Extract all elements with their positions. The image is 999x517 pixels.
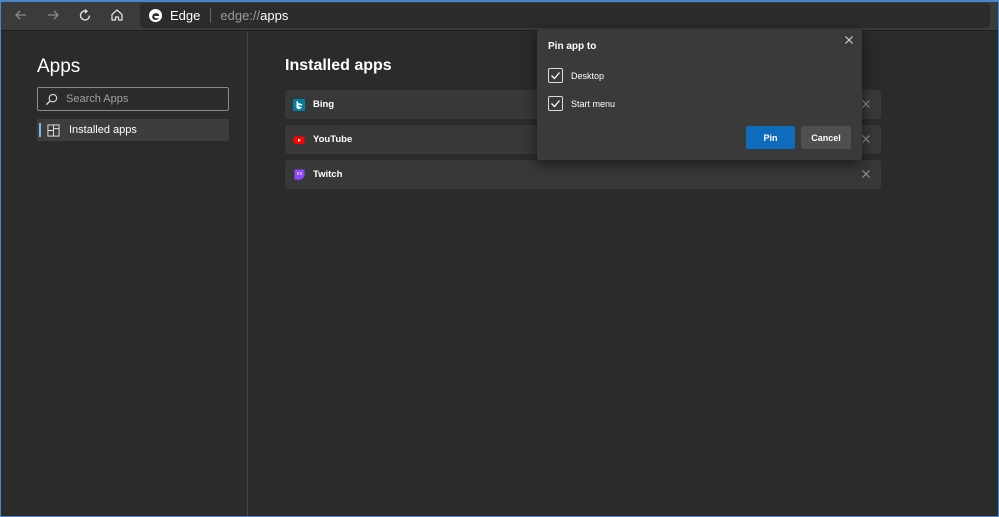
start-menu-label: Start menu bbox=[571, 98, 616, 109]
edge-logo-icon bbox=[148, 8, 163, 22]
close-icon bbox=[862, 135, 870, 143]
home-icon bbox=[111, 9, 123, 21]
home-button[interactable] bbox=[101, 0, 133, 31]
search-box[interactable] bbox=[37, 87, 229, 111]
search-icon bbox=[45, 93, 58, 105]
forward-button[interactable] bbox=[37, 0, 69, 31]
apps-grid-icon bbox=[47, 123, 60, 137]
sidebar: Apps Installed apps bbox=[0, 31, 248, 517]
url-path: apps bbox=[260, 7, 289, 23]
pin-app-dialog: Pin app to Desktop Start menu Pin Cancel bbox=[537, 29, 862, 160]
address-separator bbox=[210, 7, 212, 23]
close-icon bbox=[862, 170, 870, 178]
search-input[interactable] bbox=[66, 93, 216, 105]
back-icon bbox=[15, 10, 26, 20]
twitch-icon bbox=[294, 169, 305, 181]
selected-indicator bbox=[39, 123, 41, 137]
app-name: Twitch bbox=[313, 169, 343, 180]
checkmark-icon bbox=[551, 100, 560, 108]
sidebar-title: Apps bbox=[37, 56, 81, 77]
cancel-button[interactable]: Cancel bbox=[801, 126, 851, 149]
tab-indicator bbox=[353, 0, 473, 2]
browser-toolbar: Edge edge://apps bbox=[0, 0, 999, 31]
forward-icon bbox=[48, 10, 59, 20]
back-button[interactable] bbox=[5, 0, 37, 31]
desktop-option[interactable]: Desktop bbox=[548, 68, 604, 83]
close-icon bbox=[862, 100, 870, 108]
checkmark-icon bbox=[551, 72, 560, 80]
sidebar-item-label: Installed apps bbox=[69, 124, 137, 136]
app-row-twitch[interactable]: Twitch bbox=[285, 160, 881, 189]
page-title: Installed apps bbox=[285, 57, 392, 74]
address-bar[interactable]: Edge edge://apps bbox=[140, 2, 990, 28]
start-menu-option[interactable]: Start menu bbox=[548, 96, 615, 111]
start-menu-checkbox[interactable] bbox=[548, 96, 563, 111]
refresh-button[interactable] bbox=[69, 0, 101, 31]
url-scheme: edge:// bbox=[220, 7, 261, 23]
dialog-title: Pin app to bbox=[548, 41, 597, 52]
close-icon bbox=[845, 36, 853, 44]
youtube-icon bbox=[293, 136, 305, 144]
desktop-checkbox[interactable] bbox=[548, 68, 563, 83]
refresh-icon bbox=[79, 9, 91, 21]
bing-icon bbox=[293, 98, 305, 111]
dialog-close-button[interactable] bbox=[844, 35, 854, 45]
app-name: Bing bbox=[313, 99, 335, 110]
sidebar-item-installed-apps[interactable]: Installed apps bbox=[37, 119, 229, 141]
remove-app-button[interactable] bbox=[860, 168, 872, 180]
app-name: YouTube bbox=[313, 134, 353, 145]
site-name: Edge bbox=[170, 7, 201, 23]
desktop-label: Desktop bbox=[571, 70, 605, 81]
pin-button[interactable]: Pin bbox=[746, 126, 795, 149]
